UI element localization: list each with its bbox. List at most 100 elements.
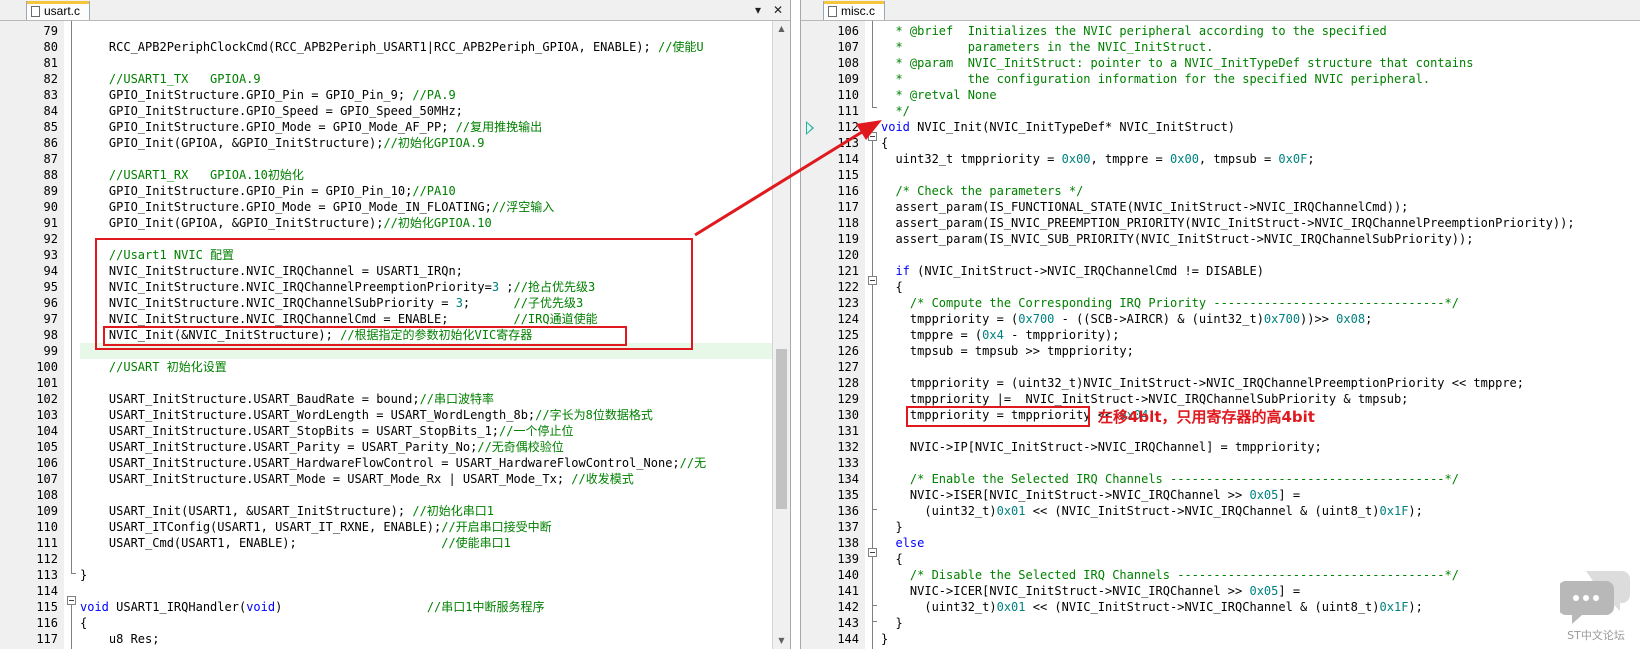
line-number: 118	[837, 216, 859, 230]
fold-toggle-icon[interactable]	[868, 548, 877, 557]
code-line: GPIO_InitStructure.GPIO_Speed = GPIO_Spe…	[80, 104, 463, 118]
line-number: 114	[837, 152, 859, 166]
line-number: 109	[36, 504, 58, 518]
line-number: 136	[837, 504, 859, 518]
line-number: 130	[837, 408, 859, 422]
fold-end-marker	[872, 509, 877, 510]
scroll-down-arrow-icon[interactable]: ▼	[773, 633, 790, 649]
code-line: USART_InitStructure.USART_Parity = USART…	[80, 440, 564, 454]
fold-end-marker	[872, 605, 877, 606]
line-number: 110	[837, 88, 859, 102]
line-number: 129	[837, 392, 859, 406]
code-line: USART_ITConfig(USART1, USART_IT_RXNE, EN…	[80, 520, 552, 534]
code-line: NVIC->ISER[NVIC_InitStruct->NVIC_IRQChan…	[881, 488, 1301, 502]
line-number: 116	[837, 184, 859, 198]
line-number: 139	[837, 552, 859, 566]
code-line: }	[80, 568, 88, 582]
line-number: 88	[43, 168, 58, 182]
line-number: 112	[36, 552, 58, 566]
editor-pane-misc: misc.c 106 107 108 109 110 111 112 113 114 115 116…	[800, 0, 1640, 649]
line-number: 109	[837, 72, 859, 86]
code-line: {	[881, 280, 903, 294]
line-number: 120	[837, 248, 859, 262]
fold-toggle-icon[interactable]	[868, 276, 877, 285]
code-line: GPIO_InitStructure.GPIO_Mode = GPIO_Mode…	[80, 120, 543, 134]
line-number: 131	[837, 424, 859, 438]
fold-end-marker	[872, 107, 877, 108]
code-line: USART_InitStructure.USART_BaudRate = bou…	[80, 392, 495, 406]
code-line: }	[881, 520, 903, 534]
line-number: 137	[837, 520, 859, 534]
code-line: assert_param(IS_NVIC_PREEMPTION_PRIORITY…	[881, 216, 1575, 230]
line-number: 124	[837, 312, 859, 326]
line-number: 84	[43, 104, 58, 118]
scroll-up-arrow-icon[interactable]: ▲	[773, 21, 790, 37]
line-number: 96	[43, 296, 58, 310]
close-icon[interactable]: ✕	[770, 1, 786, 19]
fold-guide-line	[872, 141, 873, 649]
scrollbar-thumb[interactable]	[776, 349, 787, 509]
code-line: tmppre = (0x4 - tmppriority);	[881, 328, 1120, 342]
line-number: 126	[837, 344, 859, 358]
line-number: 98	[43, 328, 58, 342]
code-line: GPIO_Init(GPIOA, &GPIO_InitStructure);//…	[80, 216, 492, 230]
line-number: 87	[43, 152, 58, 166]
line-number: 117	[837, 200, 859, 214]
code-line: u8 Res;	[80, 632, 160, 646]
active-tab-indicator	[824, 1, 884, 4]
code-line: tmppriority |= NVIC_InitStruct->NVIC_IRQ…	[881, 392, 1409, 406]
line-number: 140	[837, 568, 859, 582]
line-number: 135	[837, 488, 859, 502]
line-number: 110	[36, 520, 58, 534]
tab-misc-c[interactable]: misc.c	[823, 1, 885, 20]
code-line: /* Disable the Selected IRQ Channels ---…	[909, 568, 1459, 582]
vertical-scrollbar[interactable]: ▲ ▼	[772, 21, 790, 649]
line-number: 85	[43, 120, 58, 134]
tab-label: misc.c	[841, 4, 875, 18]
line-number: 89	[43, 184, 58, 198]
chat-bubble-icon	[1558, 571, 1630, 624]
fold-end-marker	[872, 621, 877, 622]
line-number: 107	[36, 472, 58, 486]
fold-toggle-icon[interactable]	[868, 132, 877, 141]
code-line: RCC_APB2PeriphClockCmd(RCC_APB2Periph_US…	[80, 40, 704, 54]
code-line: else	[895, 536, 925, 550]
fold-guide-line	[872, 21, 873, 107]
code-area[interactable]: * @brief Initializes the NVIC peripheral…	[881, 21, 1640, 649]
fold-end-marker	[71, 573, 76, 574]
active-tab-indicator	[27, 1, 89, 4]
line-number: 90	[43, 200, 58, 214]
highlight-nvic-init-call	[103, 326, 627, 346]
line-number-gutter: 79 80 81 82 83 84 85 86 87 88 89 90 91 92 93 94 95 96 97 98…	[0, 21, 64, 649]
line-number: 79	[43, 24, 58, 38]
line-number: 107	[837, 40, 859, 54]
line-number: 142	[837, 600, 859, 614]
code-line: (uint32_t)0x01 << (NVIC_InitStruct->NVIC…	[881, 504, 1423, 518]
tab-usart-c[interactable]: usart.c	[26, 1, 90, 20]
line-number: 115	[837, 168, 859, 182]
code-line: USART_Init(USART1, &USART_InitStructure)…	[80, 504, 495, 518]
document-icon	[828, 6, 837, 17]
code-line: GPIO_InitStructure.GPIO_Mode = GPIO_Mode…	[80, 200, 555, 214]
code-line: * @retval None	[881, 88, 997, 102]
line-number: 86	[43, 136, 58, 150]
code-line: */	[881, 104, 910, 118]
watermark: ST中文论坛	[1558, 565, 1632, 645]
code-line: }	[881, 632, 889, 646]
fold-toggle-icon[interactable]	[67, 596, 76, 605]
code-line: * parameters in the NVIC_InitStruct.	[881, 40, 1214, 54]
line-number: 115	[36, 600, 58, 614]
tab-bar: usart.c ▾ ✕	[0, 0, 790, 21]
line-number: 108	[36, 488, 58, 502]
chevron-down-icon[interactable]: ▾	[750, 1, 766, 19]
code-line: USART_InitStructure.USART_Mode = USART_M…	[80, 472, 634, 486]
code-line: GPIO_InitStructure.GPIO_Pin = GPIO_Pin_1…	[80, 184, 456, 198]
code-line: tmppriority = (uint32_t)NVIC_InitStruct-…	[881, 376, 1524, 390]
code-line: //USART1_TX GPIOA.9	[108, 72, 261, 86]
code-line: tmppriority = (0x700 - ((SCB->AIRCR) & (…	[881, 312, 1373, 326]
line-number: 127	[837, 360, 859, 374]
line-number: 105	[36, 440, 58, 454]
code-line: GPIO_Init(GPIOA, &GPIO_InitStructure);//…	[80, 136, 485, 150]
line-number: 104	[36, 424, 58, 438]
line-number: 100	[36, 360, 58, 374]
